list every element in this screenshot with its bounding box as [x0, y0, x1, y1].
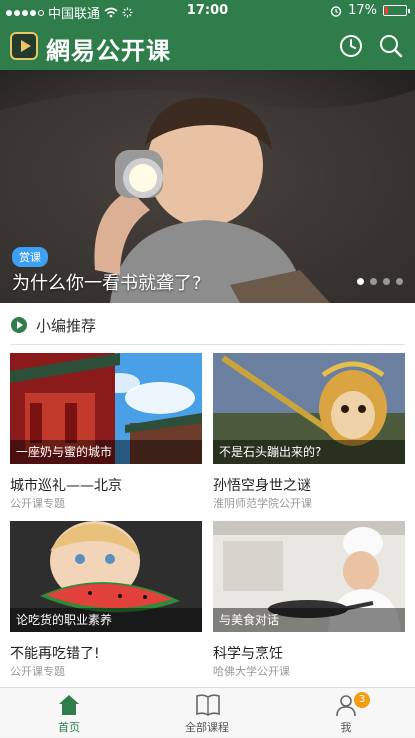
tab-home[interactable]: 首页: [0, 688, 138, 738]
tab-label: 我: [340, 721, 352, 734]
card-caption: 不是石头蹦出来的?: [213, 440, 405, 464]
alarm-icon: [330, 5, 342, 17]
course-card-beijing[interactable]: 一座奶与蜜的城市 城市巡礼——北京 公开课专题: [10, 345, 202, 510]
battery-icon: [383, 5, 410, 16]
history-icon[interactable]: [339, 34, 363, 58]
section-title: 小编推荐: [36, 317, 97, 335]
banner-badge: 赏课: [12, 247, 48, 267]
tab-all-courses[interactable]: 全部课程: [138, 688, 276, 738]
search-icon[interactable]: [379, 34, 403, 58]
logo-icon: [10, 32, 38, 60]
card-thumbnail: 与美食对话: [213, 521, 405, 632]
tab-me[interactable]: 3 我: [277, 688, 415, 738]
banner-pager: [357, 278, 403, 285]
status-bar: 中国联通 17:00 17%: [0, 0, 415, 22]
recommend-grid: 一座奶与蜜的城市 城市巡礼——北京 公开课专题 不是石头蹦出来的? 孙悟空身世之…: [0, 345, 415, 687]
card-title: 科学与烹饪: [213, 646, 283, 662]
tab-label: 首页: [58, 721, 80, 734]
home-icon: [59, 695, 79, 715]
card-title: 孙悟空身世之谜: [213, 478, 311, 494]
course-card-foodie[interactable]: 论吃货的职业素养 不能再吃错了! 公开课专题: [10, 513, 202, 678]
battery-level: [385, 7, 388, 14]
pager-dot[interactable]: [396, 278, 403, 285]
battery-percent: 17%: [348, 3, 377, 18]
card-caption: 论吃货的职业素养: [10, 608, 202, 632]
card-subtitle: 淮阴师范学院公开课: [213, 497, 312, 510]
section-header: 小编推荐: [0, 303, 415, 345]
card-subtitle: 公开课专题: [10, 497, 65, 510]
card-thumbnail: 不是石头蹦出来的?: [213, 353, 405, 464]
app-title: 網易公开课: [46, 37, 171, 65]
book-icon: [196, 694, 220, 716]
card-caption: 与美食对话: [213, 608, 405, 632]
tab-bar: 首页 全部课程 3 我: [0, 687, 415, 737]
card-title: 城市巡礼——北京: [10, 478, 122, 494]
card-title: 不能再吃错了!: [10, 646, 100, 662]
card-subtitle: 哈佛大学公开课: [213, 665, 290, 678]
card-caption: 一座奶与蜜的城市: [10, 440, 202, 464]
status-right: 17%: [330, 3, 410, 18]
pager-dot[interactable]: [357, 278, 364, 285]
course-card-cooking[interactable]: 与美食对话 科学与烹饪 哈佛大学公开课: [213, 513, 405, 678]
card-thumbnail: 论吃货的职业素养: [10, 521, 202, 632]
card-thumbnail: 一座奶与蜜的城市: [10, 353, 202, 464]
notification-badge: 3: [354, 692, 370, 708]
play-icon: [11, 317, 27, 333]
app-header: 網易公开课: [0, 22, 415, 70]
card-subtitle: 公开课专题: [10, 665, 65, 678]
banner-title: 为什么你一看书就聋了?: [12, 273, 202, 294]
tab-label: 全部课程: [185, 721, 229, 734]
featured-banner[interactable]: 赏课 为什么你一看书就聋了?: [0, 70, 415, 303]
pager-dot[interactable]: [383, 278, 390, 285]
course-card-wukong[interactable]: 不是石头蹦出来的? 孙悟空身世之谜 淮阴师范学院公开课: [213, 345, 405, 510]
pager-dot[interactable]: [370, 278, 377, 285]
